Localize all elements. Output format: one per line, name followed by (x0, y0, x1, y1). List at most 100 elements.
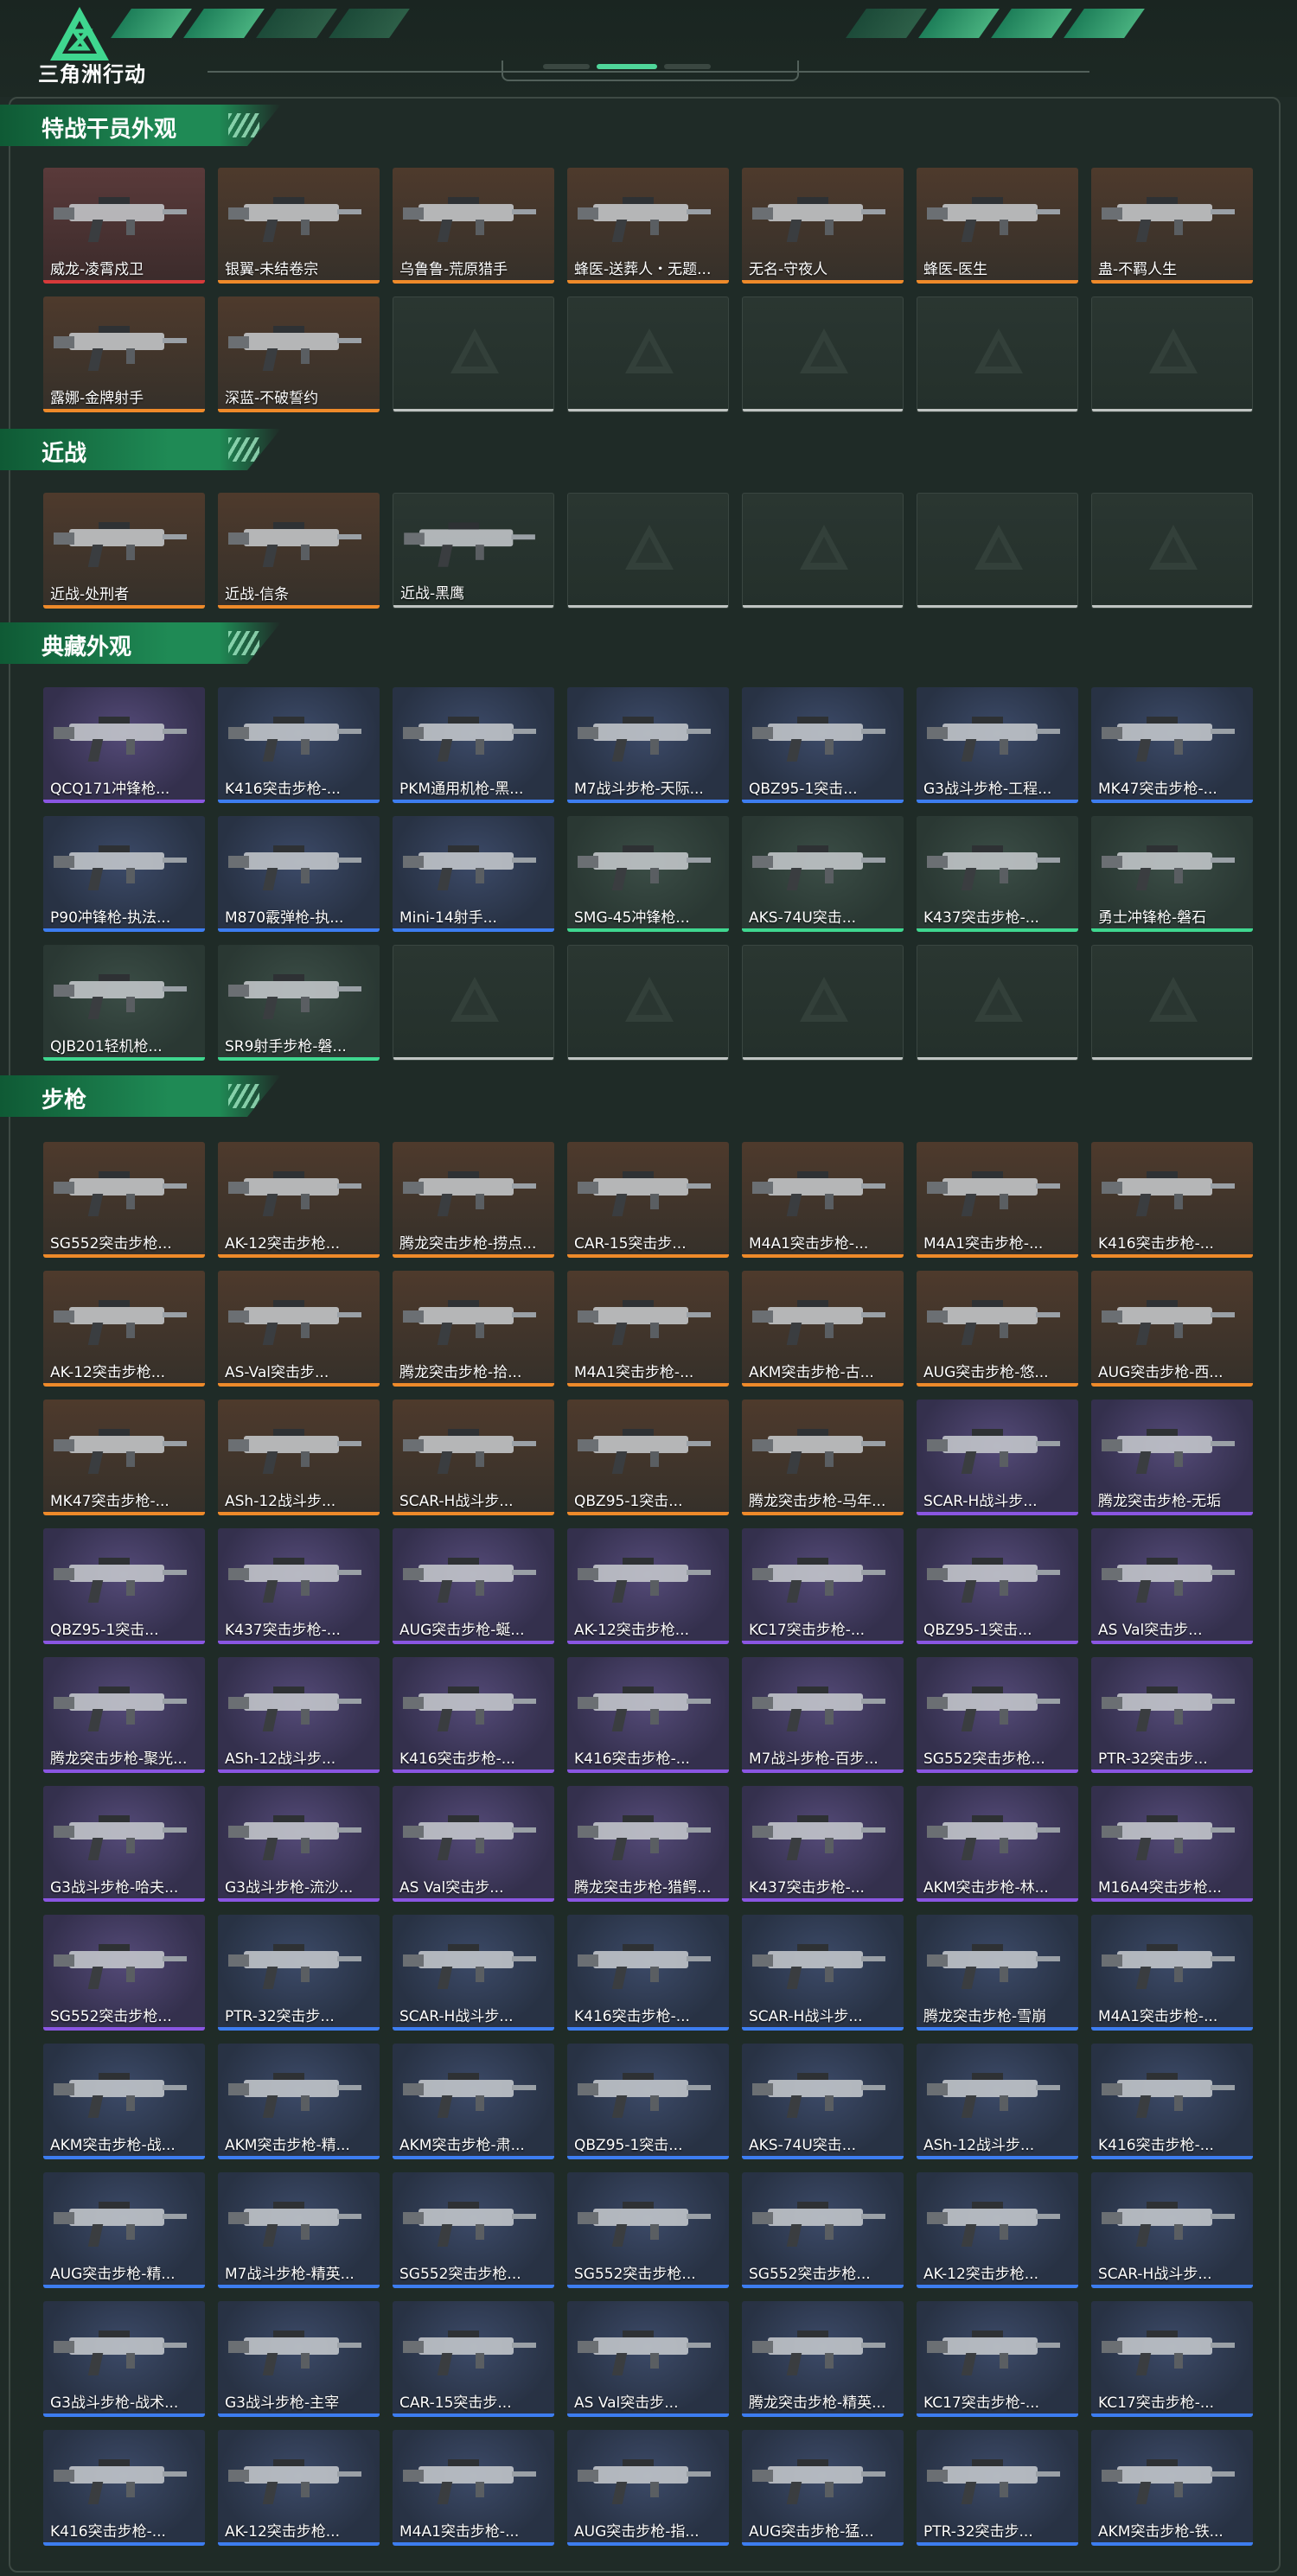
item-card[interactable]: G3战斗步枪-战术... (43, 2301, 205, 2417)
item-card[interactable]: SG552突击步枪... (43, 1915, 205, 2031)
item-card[interactable]: 腾龙突击步枪-精英... (742, 2301, 904, 2417)
item-card[interactable]: ASh-12战斗步... (218, 1400, 380, 1515)
item-card[interactable]: AKS-74U突击... (742, 816, 904, 932)
item-card[interactable]: 腾龙突击步枪-马年... (742, 1400, 904, 1515)
item-card[interactable]: QCQ171冲锋枪... (43, 687, 205, 803)
item-card[interactable]: 露娜-金牌射手 (43, 296, 205, 412)
item-card[interactable]: M16A4突击步枪... (1091, 1786, 1253, 1902)
item-card[interactable]: M4A1突击步枪-... (917, 1142, 1078, 1258)
item-card[interactable]: K416突击步枪-... (43, 2430, 205, 2546)
item-card[interactable]: SG552突击步枪... (742, 2172, 904, 2288)
item-card[interactable]: 无名-守夜人 (742, 168, 904, 284)
item-card[interactable]: G3战斗步枪-流沙... (218, 1786, 380, 1902)
item-card[interactable]: K416突击步枪-... (1091, 2044, 1253, 2159)
item-card[interactable]: 腾龙突击步枪-猎鳄... (567, 1786, 729, 1902)
item-card[interactable]: 近战-信条 (218, 493, 380, 609)
item-card[interactable]: 深蓝-不破誓约 (218, 296, 380, 412)
item-card[interactable]: G3战斗步枪-哈夫... (43, 1786, 205, 1902)
item-card[interactable]: AKM突击步枪-精... (218, 2044, 380, 2159)
item-card[interactable]: AKM突击步枪-林... (917, 1786, 1078, 1902)
item-card[interactable]: AUG突击步枪-指... (567, 2430, 729, 2546)
item-card[interactable]: PTR-32突击步... (1091, 1657, 1253, 1773)
item-card[interactable]: SG552突击步枪... (43, 1142, 205, 1258)
item-card[interactable]: K416突击步枪-... (1091, 1142, 1253, 1258)
item-card[interactable]: CAR-15突击步... (393, 2301, 554, 2417)
item-card[interactable]: 蜂医-送葬人・无题... (567, 168, 729, 284)
item-card[interactable]: K437突击步枪-... (218, 1528, 380, 1644)
item-card[interactable]: MK47突击步枪-... (1091, 687, 1253, 803)
item-card[interactable]: SCAR-H战斗步... (917, 1400, 1078, 1515)
item-card[interactable]: K416突击步枪-... (393, 1657, 554, 1773)
item-card[interactable]: AUG突击步枪-精... (43, 2172, 205, 2288)
item-card[interactable]: AKM突击步枪-战... (43, 2044, 205, 2159)
item-card[interactable]: ASh-12战斗步... (218, 1657, 380, 1773)
item-card[interactable]: AKS-74U突击... (742, 2044, 904, 2159)
item-card[interactable]: PTR-32突击步... (218, 1915, 380, 2031)
item-card[interactable]: Mini-14射手... (393, 816, 554, 932)
item-card[interactable]: M7战斗步枪-百步... (742, 1657, 904, 1773)
item-card[interactable]: 蜂医-医生 (917, 168, 1078, 284)
item-card[interactable]: P90冲锋枪-执法... (43, 816, 205, 932)
item-card[interactable]: KC17突击步枪-... (917, 2301, 1078, 2417)
item-card[interactable]: G3战斗步枪-工程... (917, 687, 1078, 803)
item-card[interactable]: 银翼-未结卷宗 (218, 168, 380, 284)
item-card[interactable]: PTR-32突击步... (917, 2430, 1078, 2546)
item-card[interactable]: AK-12突击步枪... (218, 2430, 380, 2546)
item-card[interactable]: K416突击步枪-... (567, 1657, 729, 1773)
item-card[interactable]: 腾龙突击步枪-雪崩 (917, 1915, 1078, 2031)
item-card[interactable]: QBZ95-1突击... (43, 1528, 205, 1644)
item-card[interactable]: M7战斗步枪-精英... (218, 2172, 380, 2288)
item-card[interactable]: 勇士冲锋枪-磐石 (1091, 816, 1253, 932)
item-card[interactable]: QBZ95-1突击... (917, 1528, 1078, 1644)
item-card[interactable]: M4A1突击步枪-... (1091, 1915, 1253, 2031)
item-card[interactable]: KC17突击步枪-... (742, 1528, 904, 1644)
item-card[interactable]: AUG突击步枪-西... (1091, 1271, 1253, 1387)
item-card[interactable]: SG552突击步枪... (917, 1657, 1078, 1773)
item-card[interactable]: M4A1突击步枪-... (742, 1142, 904, 1258)
item-card[interactable]: QBZ95-1突击... (742, 687, 904, 803)
item-card[interactable]: CAR-15突击步... (567, 1142, 729, 1258)
item-card[interactable]: AKM突击步枪-铁... (1091, 2430, 1253, 2546)
item-card[interactable]: 腾龙突击步枪-拾... (393, 1271, 554, 1387)
item-card[interactable]: M4A1突击步枪-... (393, 2430, 554, 2546)
item-card[interactable]: 腾龙突击步枪-聚光... (43, 1657, 205, 1773)
item-card[interactable]: SMG-45冲锋枪... (567, 816, 729, 932)
item-card[interactable]: M4A1突击步枪-... (567, 1271, 729, 1387)
item-card[interactable]: K416突击步枪-... (567, 1915, 729, 2031)
item-card[interactable]: M870霰弹枪-执... (218, 816, 380, 932)
item-card[interactable]: AS Val突击步... (567, 2301, 729, 2417)
item-card[interactable]: QJB201轻机枪... (43, 945, 205, 1061)
item-card[interactable]: G3战斗步枪-主宰 (218, 2301, 380, 2417)
item-card[interactable]: SG552突击步枪... (567, 2172, 729, 2288)
item-card[interactable]: AK-12突击步枪... (567, 1528, 729, 1644)
item-card[interactable]: AKM突击步枪-古... (742, 1271, 904, 1387)
item-card[interactable]: SR9射手步枪-磐... (218, 945, 380, 1061)
item-card[interactable]: MK47突击步枪-... (43, 1400, 205, 1515)
item-card[interactable]: 乌鲁鲁-荒原猎手 (393, 168, 554, 284)
item-card[interactable]: SCAR-H战斗步... (1091, 2172, 1253, 2288)
item-card[interactable]: AS Val突击步... (1091, 1528, 1253, 1644)
item-card[interactable]: K437突击步枪-... (742, 1786, 904, 1902)
item-card[interactable]: 腾龙突击步枪-捞点... (393, 1142, 554, 1258)
item-card[interactable]: 近战-黑鹰 (393, 493, 554, 609)
item-card[interactable]: AUG突击步枪-悠... (917, 1271, 1078, 1387)
item-card[interactable]: 近战-处刑者 (43, 493, 205, 609)
item-card[interactable]: M7战斗步枪-天际... (567, 687, 729, 803)
item-card[interactable]: 威龙-凌霄戍卫 (43, 168, 205, 284)
item-card[interactable]: AKM突击步枪-肃... (393, 2044, 554, 2159)
item-card[interactable]: AUG突击步枪-猛... (742, 2430, 904, 2546)
item-card[interactable]: AUG突击步枪-蜒... (393, 1528, 554, 1644)
item-card[interactable]: SG552突击步枪... (393, 2172, 554, 2288)
item-card[interactable]: 蛊-不羁人生 (1091, 168, 1253, 284)
item-card[interactable]: SCAR-H战斗步... (393, 1915, 554, 2031)
item-card[interactable]: ASh-12战斗步... (917, 2044, 1078, 2159)
item-card[interactable]: QBZ95-1突击... (567, 2044, 729, 2159)
item-card[interactable]: K416突击步枪-... (218, 687, 380, 803)
item-card[interactable]: QBZ95-1突击... (567, 1400, 729, 1515)
item-card[interactable]: SCAR-H战斗步... (742, 1915, 904, 2031)
item-card[interactable]: KC17突击步枪-... (1091, 2301, 1253, 2417)
item-card[interactable]: AS Val突击步... (393, 1786, 554, 1902)
item-card[interactable]: AK-12突击步枪... (218, 1142, 380, 1258)
item-card[interactable]: AS-Val突击步... (218, 1271, 380, 1387)
item-card[interactable]: PKM通用机枪-黑... (393, 687, 554, 803)
